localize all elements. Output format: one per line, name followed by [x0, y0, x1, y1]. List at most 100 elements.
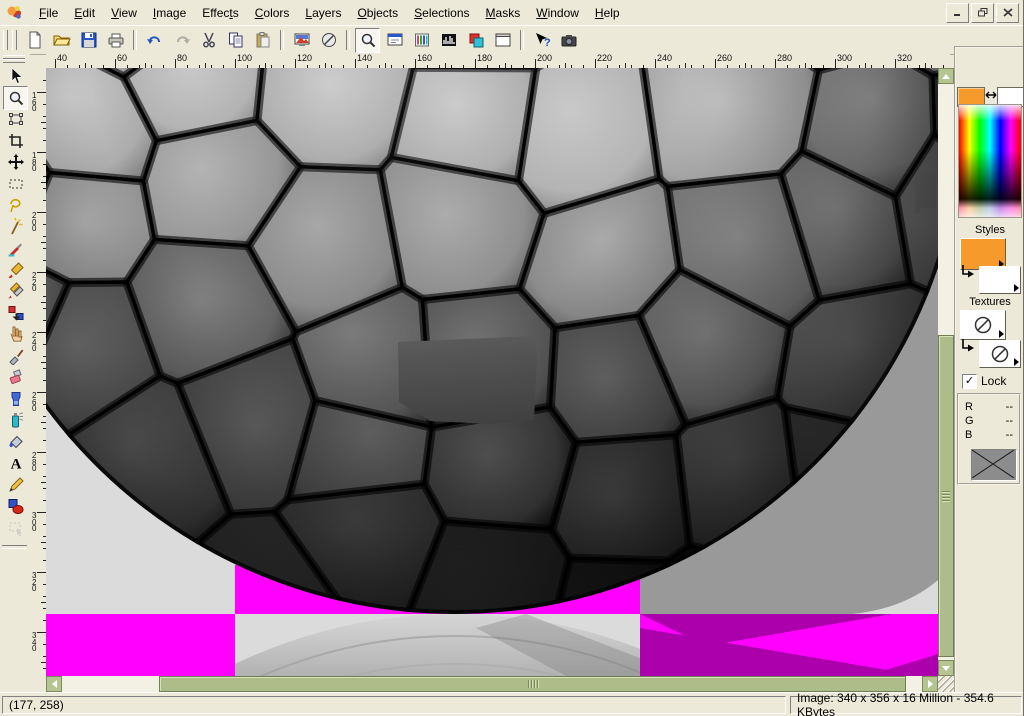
menu-edit[interactable]: Edit [66, 3, 103, 23]
draw-icon [7, 476, 25, 494]
horizontal-scrollbar[interactable] [46, 676, 938, 692]
picture-tube-icon [7, 390, 25, 408]
tool-scratch-remover-button[interactable] [3, 344, 28, 368]
menu-selections[interactable]: Selections [406, 3, 477, 23]
tool-mover-button[interactable] [3, 150, 28, 174]
new-button[interactable] [22, 28, 47, 53]
menu-image[interactable]: Image [145, 3, 194, 23]
tool-zoom-button[interactable] [3, 86, 28, 110]
minimize-button[interactable] [946, 3, 969, 23]
svg-text:A: A [10, 457, 21, 473]
null-texture-icon [990, 344, 1010, 364]
tool-freehand-button[interactable] [3, 193, 28, 217]
tool-preset-shapes-button[interactable] [3, 494, 28, 518]
tool-text-button[interactable]: A [3, 451, 28, 475]
menu-view[interactable]: View [103, 3, 145, 23]
save-button[interactable] [76, 28, 101, 53]
open-button[interactable] [49, 28, 74, 53]
copy-button[interactable] [223, 28, 248, 53]
tool-picture-tube-button[interactable] [3, 387, 28, 411]
styles-label: Styles [956, 224, 1024, 236]
menu-objects[interactable]: Objects [349, 3, 406, 23]
foreground-texture-button[interactable] [960, 310, 1006, 340]
toolbar-grip2 [12, 30, 17, 50]
null-texture-icon [973, 315, 993, 335]
menu-file[interactable]: File [31, 3, 66, 23]
cut-button[interactable] [196, 28, 221, 53]
toolbar-buttons: ? [21, 28, 582, 53]
close-button[interactable] [996, 3, 1019, 23]
tool-object-selector-button[interactable] [3, 516, 28, 540]
tool-dropper-button[interactable] [3, 236, 28, 260]
vertical-scroll-thumb[interactable] [938, 335, 954, 657]
tool-crop-button[interactable] [3, 129, 28, 153]
mover-icon [7, 153, 25, 171]
background-texture-button[interactable] [979, 340, 1021, 368]
tool-arrow-button[interactable] [3, 64, 28, 88]
restore-button[interactable] [971, 3, 994, 23]
selection-icon [7, 175, 25, 193]
paint-brush-icon [7, 261, 25, 279]
freehand-icon [7, 196, 25, 214]
redo-button[interactable] [169, 28, 194, 53]
capture-button[interactable] [556, 28, 581, 53]
toolbar-grip[interactable] [3, 30, 8, 50]
menu-effects[interactable]: Effects [194, 3, 246, 23]
horizontal-scroll-thumb[interactable] [159, 676, 906, 692]
background-style-button[interactable] [979, 266, 1021, 294]
zoom-button[interactable] [355, 28, 380, 53]
swap-colors-icon[interactable] [984, 89, 998, 101]
menu-colors[interactable]: Colors [247, 3, 298, 23]
color-picker-gradient[interactable] [958, 104, 1022, 218]
overview-button[interactable] [490, 28, 515, 53]
image-canvas[interactable] [46, 68, 938, 676]
cursor-position-cell: (177, 258) [2, 696, 786, 714]
swap-textures-icon[interactable] [960, 338, 975, 355]
paste-button[interactable] [250, 28, 275, 53]
scroll-right-button[interactable] [922, 676, 938, 692]
normal-viewing-button[interactable] [316, 28, 341, 53]
print-icon [107, 31, 125, 49]
tool-retouch-button[interactable] [3, 322, 28, 346]
tool-eraser-button[interactable] [3, 365, 28, 389]
tool-draw-button[interactable] [3, 473, 28, 497]
scroll-left-button[interactable] [46, 676, 62, 692]
redo-icon [173, 31, 191, 49]
menu-window[interactable]: Window [528, 3, 587, 23]
minimize-icon [953, 8, 963, 17]
flyout-triangle-icon [1014, 358, 1019, 366]
copy-icon [227, 31, 245, 49]
context-help-button[interactable]: ? [529, 28, 554, 53]
tool-selection-button[interactable] [3, 172, 28, 196]
tool-options-button[interactable] [382, 28, 407, 53]
tool-deformation-button[interactable] [3, 107, 28, 131]
status-bar: (177, 258) Image: 340 x 356 x 16 Million… [0, 692, 1023, 716]
tool-paint-brush-button[interactable] [3, 258, 28, 282]
menu-layers[interactable]: Layers [297, 3, 349, 23]
full-screen-preview-button[interactable] [289, 28, 314, 53]
psp-logo-icon [5, 3, 25, 23]
context-help-icon: ? [533, 31, 551, 49]
swap-styles-icon[interactable] [960, 264, 975, 281]
resize-grip[interactable] [938, 676, 954, 692]
layer-palette-button[interactable] [463, 28, 488, 53]
undo-button[interactable] [142, 28, 167, 53]
histogram-button[interactable] [436, 28, 461, 53]
scroll-down-button[interactable] [938, 660, 954, 676]
canvas-image[interactable] [46, 68, 938, 676]
vertical-scrollbar[interactable] [938, 68, 954, 676]
tool-flood-fill-button[interactable] [3, 430, 28, 454]
print-button[interactable] [103, 28, 128, 53]
paint-shop-pro-window: FileEditViewImageEffectsColorsLayersObje… [0, 0, 1024, 716]
menu-masks[interactable]: Masks [478, 3, 529, 23]
color-palette-button[interactable] [409, 28, 434, 53]
tool-color-replacer-button[interactable] [3, 301, 28, 325]
tool-palette: A [0, 53, 30, 693]
normal-viewing-icon [320, 31, 338, 49]
lock-checkbox[interactable]: ✓ [962, 374, 977, 389]
tool-airbrush-button[interactable] [3, 408, 28, 432]
menu-help[interactable]: Help [587, 3, 628, 23]
tool-clone-brush-button[interactable] [3, 279, 28, 303]
scroll-up-button[interactable] [938, 68, 954, 84]
tool-magic-wand-button[interactable] [3, 215, 28, 239]
